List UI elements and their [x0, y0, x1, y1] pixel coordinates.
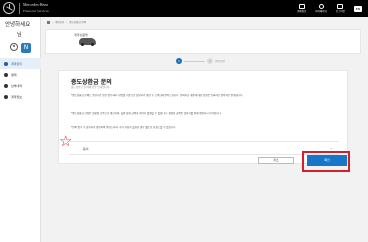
header-actions: 결제정보 마이페이지 로그아웃 EN	[297, 0, 362, 17]
brand-name: Mercedes-Benz Financial Services	[23, 2, 49, 14]
user-name-suffix: 님	[17, 32, 22, 38]
star-annotation-icon: ☆	[59, 132, 73, 150]
breadcrumb-item: 중도상환금 문의	[69, 21, 87, 24]
sidebar: 안녕하세요 님 N 계약관리 결제 납부내역 계약정보	[0, 17, 41, 242]
step-2-indicator: 2	[207, 58, 213, 64]
mercedes-star-logo[interactable]	[3, 2, 15, 14]
greeting: 안녕하세요	[5, 22, 31, 28]
agreement-row[interactable]: 동의 ⌄	[69, 141, 339, 155]
home-icon[interactable]	[47, 20, 50, 24]
avatar[interactable]: N	[21, 43, 31, 53]
logout-icon	[337, 4, 344, 9]
header-action-mypage[interactable]: 마이페이지	[315, 4, 327, 13]
product-summary: 계약상품명	[45, 29, 361, 54]
header-action-label: 마이페이지	[315, 10, 327, 13]
wallet-icon	[298, 4, 305, 9]
chevron-down-icon[interactable]: ⌄	[330, 145, 333, 150]
payment-icon	[4, 72, 8, 77]
inquiry-card: 중도상환금 문의 중도상환금 문의에 관한 안내입니다. *중도상환금 문의는 …	[58, 70, 348, 164]
breadcrumb: › 계약관리 › 중도상환금 문의	[47, 20, 86, 24]
agreement-label: 동의	[83, 147, 89, 151]
contract-icon	[4, 61, 8, 66]
header-action-label: 결제정보	[297, 10, 307, 13]
step-connector	[184, 60, 205, 62]
breadcrumb-separator: ›	[66, 20, 68, 24]
sidebar-nav: 계약관리 결제 납부내역 계약정보	[0, 58, 41, 102]
avatar-row: N	[10, 43, 31, 53]
sidebar-item-payment[interactable]: 결제	[0, 69, 41, 80]
profile-icon[interactable]	[10, 43, 18, 51]
cancel-button[interactable]: 취소	[258, 157, 294, 164]
header-action-label: 로그아웃	[335, 10, 345, 13]
page-subtitle: 중도상환금 문의에 관한 안내입니다.	[71, 86, 111, 89]
step-2-label: 문의 완료	[215, 60, 225, 63]
sidebar-item-label: 납부내역	[11, 83, 23, 88]
language-badge[interactable]: EN	[354, 5, 362, 12]
sidebar-item-info[interactable]: 계약정보	[0, 91, 41, 102]
progress-steps: 1 2 문의 완료	[176, 58, 227, 64]
breadcrumb-item[interactable]: 계약관리	[55, 20, 64, 24]
notice-paragraph-2: *중도상환금 산정은 상환일 기준으로 계산되며, 실제 상환 금액과 차이가 …	[71, 112, 222, 115]
notice-paragraph-3: *문의 접수 후 담당자가 확인하여 안내드리며, 추가 서류가 필요한 경우 …	[71, 126, 177, 129]
step-1-indicator: 1	[176, 58, 182, 64]
sidebar-item-label: 결제	[11, 72, 17, 77]
product-label: 계약상품명	[74, 33, 88, 37]
confirm-button[interactable]: 확인	[307, 155, 347, 166]
sidebar-item-history[interactable]: 납부내역	[0, 80, 41, 91]
sidebar-item-label: 계약관리	[11, 61, 23, 66]
user-icon	[318, 4, 324, 9]
info-icon	[4, 94, 8, 99]
header-action-payment[interactable]: 결제정보	[297, 4, 306, 13]
breadcrumb-separator: ›	[52, 20, 53, 24]
history-icon	[4, 83, 8, 88]
top-bar: Mercedes-Benz Financial Services 결제정보 마이…	[0, 0, 368, 17]
notice-paragraph-1: *중도상환금 문의는 운영시간 동안 접수되며, 영업일 기준으로 담당자가 확…	[71, 94, 244, 97]
sidebar-item-contract[interactable]: 계약관리	[0, 58, 41, 69]
brand-divider	[19, 3, 20, 14]
header-action-logout[interactable]: 로그아웃	[336, 4, 345, 13]
confirm-button-wrapper: 확인	[302, 151, 350, 172]
car-image	[79, 38, 96, 46]
sidebar-item-label: 계약정보	[11, 94, 23, 99]
brand-line-2: Financial Services	[23, 9, 49, 13]
